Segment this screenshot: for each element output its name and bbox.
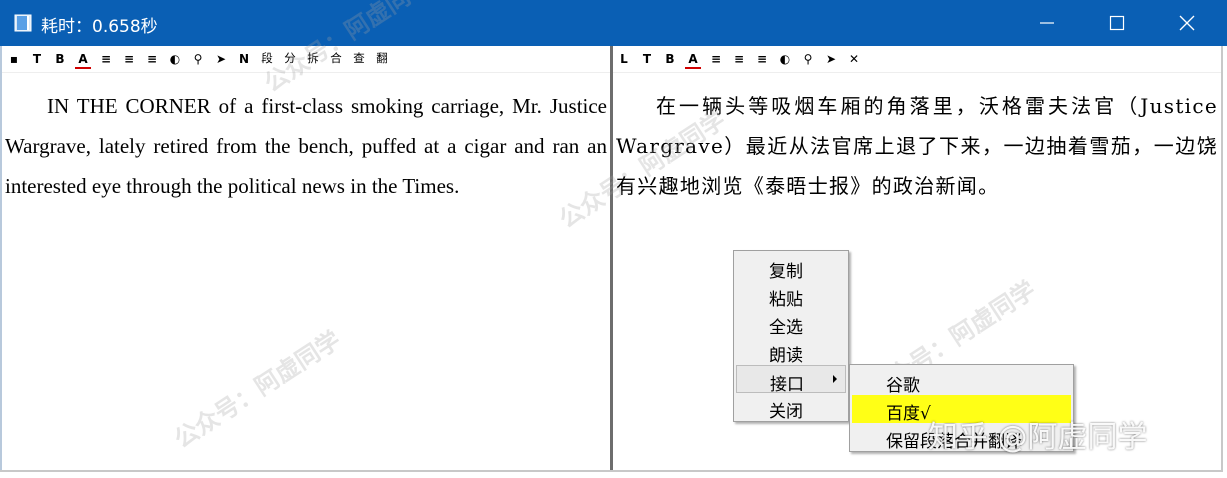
source-text-area[interactable]: IN THE CORNER of a first-class smoking c… — [5, 86, 607, 206]
close-button[interactable] — [1152, 0, 1222, 46]
toolbar-palette-button[interactable]: ◐ — [777, 51, 793, 67]
book-icon — [14, 14, 32, 32]
toolbar-bold-button[interactable]: B — [662, 51, 678, 67]
toolbar-dot-button[interactable]: ▪ — [6, 51, 22, 67]
submenu-arrow-icon — [833, 375, 837, 383]
toolbar-he-button[interactable]: 合 — [328, 51, 344, 67]
menu-item-label: 百度√ — [886, 404, 931, 424]
toolbar-close-button[interactable]: ✕ — [846, 51, 862, 67]
menu-item-label: 关闭 — [769, 402, 803, 422]
window-border-right — [1221, 46, 1223, 472]
toolbar-search-button[interactable]: ⚲ — [800, 51, 816, 67]
title-bar[interactable]: 耗时：0.658秒 — [0, 0, 1227, 46]
maximize-button[interactable] — [1082, 0, 1152, 46]
menu-item-label: 接口 — [770, 375, 804, 395]
toolbar-l-button[interactable]: L — [616, 51, 632, 67]
submenu-item-google[interactable]: 谷歌 — [852, 367, 1071, 396]
toolbar-align-left-button[interactable]: ≡ — [708, 51, 724, 67]
toolbar-t-button[interactable]: T — [29, 51, 45, 67]
window-border-bottom — [0, 470, 1223, 472]
toolbar-chai-button[interactable]: 拆 — [305, 51, 321, 67]
toolbar-send-button[interactable]: ➤ — [823, 51, 839, 67]
source-pane: ▪ T B A ≡ ≡ ≡ ◐ ⚲ ➤ N 段分拆合查翻 IN THE CORNER of a fir… — [2, 46, 610, 470]
toolbar-fan-button[interactable]: 翻 — [374, 51, 390, 67]
menu-item-close[interactable]: 关闭 — [736, 393, 846, 422]
toolbar-palette-button[interactable]: ◐ — [167, 51, 183, 67]
menu-item-select-all[interactable]: 全选 — [736, 309, 846, 338]
toolbar-font-color-button[interactable]: A — [685, 51, 701, 69]
toolbar-n-button[interactable]: N — [236, 51, 252, 67]
menu-item-label: 复制 — [769, 262, 803, 282]
toolbar-align-justify-button[interactable]: ≡ — [754, 51, 770, 67]
toolbar-align-justify-button[interactable]: ≡ — [144, 51, 160, 67]
toolbar-font-color-button[interactable]: A — [75, 51, 91, 69]
toolbar-align-center-button[interactable]: ≡ — [121, 51, 137, 67]
toolbar-t-button[interactable]: T — [639, 51, 655, 67]
source-text: IN THE CORNER of a first-class smoking c… — [5, 94, 607, 198]
translation-toolbar: L T B A ≡ ≡ ≡ ◐ ⚲ ➤ ✕ — [613, 46, 1221, 73]
submenu-item-keep-paragraph-merge-translate[interactable]: 保留段落合并翻译 — [852, 423, 1071, 452]
translation-text: 在一辆头等吸烟车厢的角落里，沃格雷夫法官（Justice Wargrave）最近… — [616, 94, 1218, 198]
submenu-item-baidu[interactable]: 百度√ — [852, 395, 1071, 424]
menu-item-paste[interactable]: 粘贴 — [736, 281, 846, 310]
menu-item-read-aloud[interactable]: 朗读 — [736, 337, 846, 366]
translation-text-area[interactable]: 在一辆头等吸烟车厢的角落里，沃格雷夫法官（Justice Wargrave）最近… — [616, 86, 1218, 206]
source-toolbar: ▪ T B A ≡ ≡ ≡ ◐ ⚲ ➤ N 段分拆合查翻 — [2, 46, 610, 73]
minimize-button[interactable] — [1012, 0, 1082, 46]
menu-item-interface[interactable]: 接口 — [736, 365, 846, 395]
menu-item-copy[interactable]: 复制 — [736, 253, 846, 282]
context-menu: 复制 粘贴 全选 朗读 接口 关闭 — [733, 250, 849, 422]
toolbar-send-button[interactable]: ➤ — [213, 51, 229, 67]
toolbar-bold-button[interactable]: B — [52, 51, 68, 67]
toolbar-align-center-button[interactable]: ≡ — [731, 51, 747, 67]
window-title: 耗时：0.658秒 — [41, 17, 158, 37]
toolbar-cha-button[interactable]: 查 — [351, 51, 367, 67]
toolbar-search-button[interactable]: ⚲ — [190, 51, 206, 67]
menu-item-label: 朗读 — [769, 346, 803, 366]
close-icon — [1179, 15, 1195, 31]
app-window: 耗时：0.658秒 ▪ T B A ≡ ≡ ≡ ◐ ⚲ ➤ N 段分拆合查翻 IN THE CORNE… — [0, 0, 1227, 478]
menu-item-label: 粘贴 — [769, 290, 803, 310]
menu-item-label: 全选 — [769, 318, 803, 338]
menu-item-label: 谷歌 — [886, 376, 920, 396]
toolbar-duan-button[interactable]: 段 — [259, 51, 275, 67]
toolbar-fen-button[interactable]: 分 — [282, 51, 298, 67]
toolbar-align-left-button[interactable]: ≡ — [98, 51, 114, 67]
minimize-icon — [1040, 22, 1054, 24]
interface-submenu: 谷歌 百度√ 保留段落合并翻译 — [849, 364, 1074, 452]
menu-item-label: 保留段落合并翻译 — [886, 432, 1022, 452]
maximize-icon — [1109, 15, 1125, 31]
